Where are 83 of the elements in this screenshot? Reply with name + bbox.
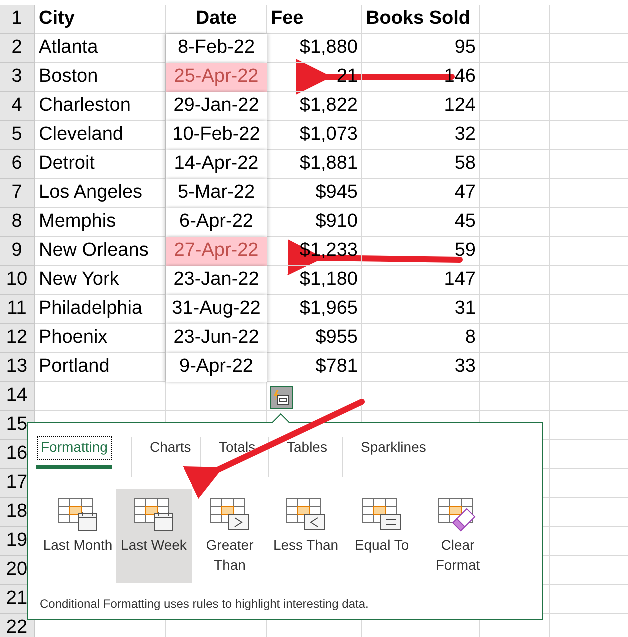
table-cell: 23-Jun-22 — [166, 324, 267, 353]
table-cell-text: Portland — [38, 355, 111, 380]
table-cell-text: 59 — [454, 239, 477, 264]
table-cell-text: Charleston — [38, 94, 132, 118]
table-cell-text: 31 — [454, 297, 477, 322]
tab[interactable]: Sparklines — [358, 437, 430, 467]
table-cell-text: Cleveland — [38, 123, 124, 148]
less-than-table-icon — [285, 497, 327, 533]
row-header[interactable]: 22 — [0, 614, 35, 637]
calendar-table-icon — [57, 497, 99, 533]
tab[interactable]: Totals — [216, 437, 259, 467]
table-cell: 31-Aug-22 — [166, 295, 267, 324]
row-header[interactable]: 8 — [0, 208, 35, 237]
table-cell-text: Phoenix — [38, 326, 109, 350]
table-cell: 10-Feb-22 — [166, 121, 267, 150]
table-cell-text: Boston — [38, 65, 100, 90]
row-header[interactable]: 4 — [0, 92, 35, 121]
table-cell-text: $1,180 — [298, 268, 359, 292]
row-header[interactable]: 14 — [0, 382, 35, 411]
table-cell-text: Philadelphia — [38, 297, 144, 322]
table-cell-text: 146 — [443, 65, 477, 90]
row-header[interactable]: 11 — [0, 295, 35, 324]
table-cell-text: 45 — [454, 210, 477, 234]
table-cell: 9-Apr-22 — [166, 353, 267, 382]
table-cell-text: $910 — [314, 210, 359, 234]
calendar-table-icon — [133, 497, 175, 533]
table-cell-text: $1,822 — [298, 94, 359, 118]
row-header[interactable]: 10 — [0, 266, 35, 295]
row-header[interactable]: 12 — [0, 324, 35, 353]
column-header: City — [38, 7, 76, 32]
formatting-option-button[interactable]: Last Month — [40, 489, 116, 583]
quick-analysis-button[interactable] — [270, 386, 293, 409]
table-cell: 25-Apr-22 — [166, 63, 267, 92]
table-cell-text: $1,073 — [298, 123, 359, 148]
row-header[interactable]: 13 — [0, 353, 35, 382]
table-cell-text: $1,965 — [298, 297, 359, 322]
table-cell-text: Detroit — [38, 152, 96, 176]
equals-table-icon — [361, 497, 403, 533]
table-cell: 6-Apr-22 — [166, 208, 267, 237]
column-header: Date — [194, 7, 238, 32]
row-header[interactable]: 7 — [0, 179, 35, 208]
tab[interactable]: Tables — [284, 437, 330, 467]
table-cell: 27-Apr-22 — [166, 237, 267, 266]
row-header[interactable]: 9 — [0, 237, 35, 266]
table-cell-text: New York — [38, 268, 120, 292]
table-cell-text: $781 — [314, 355, 359, 380]
table-cell: 23-Jan-22 — [166, 266, 267, 295]
formatting-option-button[interactable]: Greater Than — [192, 489, 268, 583]
row-header[interactable]: 2 — [0, 34, 35, 63]
formatting-option-button[interactable]: Clear Format — [420, 489, 496, 583]
table-cell-text: $1,880 — [298, 36, 359, 60]
table-cell-text: 58 — [454, 152, 477, 176]
table-cell-text: 95 — [454, 36, 477, 60]
row-header[interactable]: 6 — [0, 150, 35, 179]
row-header[interactable]: 5 — [0, 121, 35, 150]
table-cell: 14-Apr-22 — [166, 150, 267, 179]
row-header[interactable]: 1 — [0, 5, 35, 34]
table-cell-text: Los Angeles — [38, 181, 144, 206]
table-cell-text: 47 — [454, 181, 477, 206]
table-cell-text: New Orleans — [38, 239, 150, 264]
table-cell-text: 147 — [443, 268, 477, 292]
tab[interactable]: Formatting — [38, 437, 111, 459]
table-cell-text: 32 — [454, 123, 477, 148]
tab[interactable]: Charts — [147, 437, 194, 467]
row-header[interactable]: 3 — [0, 63, 35, 92]
table-cell-text: $955 — [314, 326, 359, 350]
table-cell-text: 124 — [443, 94, 477, 118]
formatting-option-button[interactable]: Equal To — [344, 489, 420, 583]
greater-than-table-icon — [209, 497, 251, 533]
formatting-option-button[interactable]: Less Than — [268, 489, 344, 583]
description-text: Conditional Formatting uses rules to highlight interesting data. — [40, 596, 369, 613]
table-cell: 8-Feb-22 — [166, 34, 267, 63]
column-header: Fee — [270, 7, 305, 32]
table-cell-text: Atlanta — [38, 36, 100, 60]
table-cell-text: 33 — [454, 355, 477, 380]
table-cell-text: $1,881 — [298, 152, 359, 176]
column-header: Books Sold — [365, 7, 472, 32]
table-cell-text: Memphis — [38, 210, 118, 234]
table-cell: 5-Mar-22 — [166, 179, 267, 208]
table-cell-text: 8 — [464, 326, 477, 350]
table-cell-text: $945 — [314, 181, 359, 206]
table-cell: 29-Jan-22 — [166, 92, 267, 121]
formatting-option-button[interactable]: Last Week — [116, 489, 192, 583]
